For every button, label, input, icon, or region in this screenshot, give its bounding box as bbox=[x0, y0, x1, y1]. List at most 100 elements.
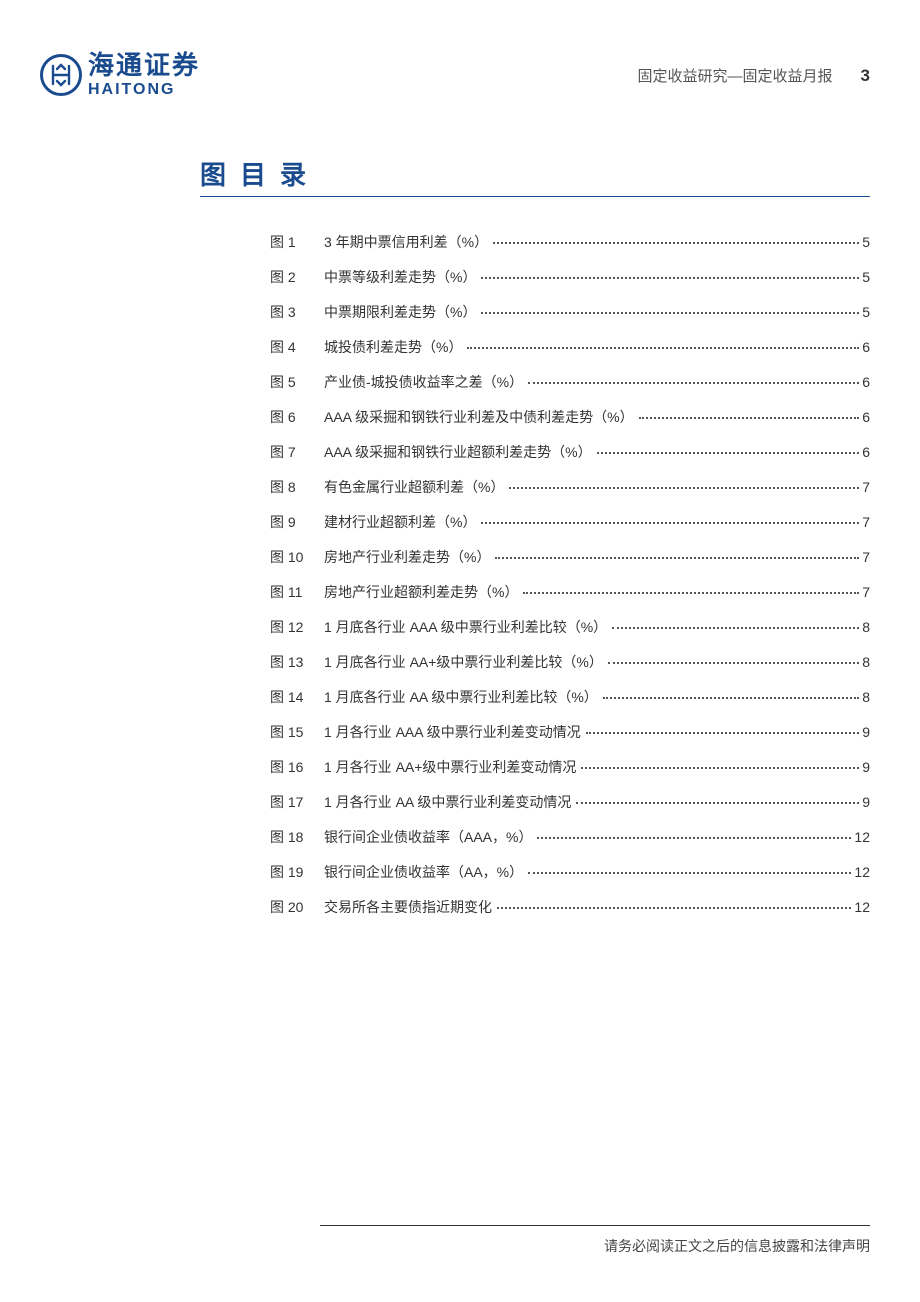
toc-figure-label: 图 18 bbox=[270, 827, 324, 848]
header-right: 固定收益研究—固定收益月报 3 bbox=[638, 65, 870, 86]
toc-page-number: 5 bbox=[862, 232, 870, 253]
toc-body: AAA 级采掘和钢铁行业利差及中债利差走势（%） 6 bbox=[324, 407, 870, 428]
toc-title: 中票等级利差走势（%） bbox=[324, 267, 476, 288]
toc-figure-label: 图 17 bbox=[270, 792, 324, 813]
toc-title: 房地产行业利差走势（%） bbox=[324, 547, 490, 568]
toc-body: 产业债-城投债收益率之差（%） 6 bbox=[324, 372, 870, 393]
toc-page-number: 5 bbox=[862, 302, 870, 323]
toc-body: 建材行业超额利差（%） 7 bbox=[324, 512, 870, 533]
logo-icon bbox=[40, 54, 82, 96]
toc-row: 图 161 月各行业 AA+级中票行业利差变动情况 9 bbox=[270, 757, 870, 778]
toc-row: 图 13 年期中票信用利差（%） 5 bbox=[270, 232, 870, 253]
toc-row: 图 20交易所各主要债指近期变化 12 bbox=[270, 897, 870, 918]
doc-category: 固定收益研究—固定收益月报 bbox=[638, 65, 833, 86]
toc-body: 有色金属行业超额利差（%） 7 bbox=[324, 477, 870, 498]
toc-page-number: 5 bbox=[862, 267, 870, 288]
toc-title: 房地产行业超额利差走势（%） bbox=[324, 582, 518, 603]
toc-row: 图 8有色金属行业超额利差（%） 7 bbox=[270, 477, 870, 498]
toc-body: 银行间企业债收益率（AAA，%） 12 bbox=[324, 827, 870, 848]
toc-body: 1 月各行业 AA+级中票行业利差变动情况 9 bbox=[324, 757, 870, 778]
toc-figure-label: 图 10 bbox=[270, 547, 324, 568]
toc-body: 房地产行业超额利差走势（%） 7 bbox=[324, 582, 870, 603]
toc-body: 1 月各行业 AAA 级中票行业利差变动情况 9 bbox=[324, 722, 870, 743]
toc-figure-label: 图 15 bbox=[270, 722, 324, 743]
toc-row: 图 4城投债利差走势（%） 6 bbox=[270, 337, 870, 358]
toc-row: 图 10房地产行业利差走势（%） 7 bbox=[270, 547, 870, 568]
toc-figure-label: 图 13 bbox=[270, 652, 324, 673]
toc-body: 1 月各行业 AA 级中票行业利差变动情况 9 bbox=[324, 792, 870, 813]
toc-leader-dots bbox=[481, 312, 859, 314]
toc-page-number: 7 bbox=[862, 512, 870, 533]
toc-title: 有色金属行业超额利差（%） bbox=[324, 477, 504, 498]
toc-body: 城投债利差走势（%） 6 bbox=[324, 337, 870, 358]
toc-row: 图 171 月各行业 AA 级中票行业利差变动情况 9 bbox=[270, 792, 870, 813]
logo: 海通证券 HAITONG bbox=[40, 52, 200, 98]
toc-leader-dots bbox=[603, 697, 859, 699]
page-number: 3 bbox=[861, 66, 870, 86]
toc-leader-dots bbox=[586, 732, 860, 734]
toc-title: 1 月各行业 AA 级中票行业利差变动情况 bbox=[324, 792, 571, 813]
toc-page-number: 9 bbox=[862, 722, 870, 743]
toc-title: 1 月各行业 AA+级中票行业利差变动情况 bbox=[324, 757, 576, 778]
toc-row: 图 5产业债-城投债收益率之差（%） 6 bbox=[270, 372, 870, 393]
toc-leader-dots bbox=[612, 627, 859, 629]
toc-page-number: 7 bbox=[862, 582, 870, 603]
toc-figure-label: 图 1 bbox=[270, 232, 324, 253]
toc-page-number: 12 bbox=[854, 827, 870, 848]
toc-leader-dots bbox=[467, 347, 859, 349]
toc-title: 建材行业超额利差（%） bbox=[324, 512, 476, 533]
toc-body: 交易所各主要债指近期变化 12 bbox=[324, 897, 870, 918]
logo-text: 海通证券 HAITONG bbox=[88, 52, 200, 98]
toc-figure-label: 图 8 bbox=[270, 477, 324, 498]
toc-title: 中票期限利差走势（%） bbox=[324, 302, 476, 323]
toc-title: 1 月底各行业 AAA 级中票行业利差比较（%） bbox=[324, 617, 607, 638]
toc-row: 图 141 月底各行业 AA 级中票行业利差比较（%） 8 bbox=[270, 687, 870, 708]
toc-body: 房地产行业利差走势（%） 7 bbox=[324, 547, 870, 568]
toc-body: 1 月底各行业 AA 级中票行业利差比较（%） 8 bbox=[324, 687, 870, 708]
toc-leader-dots bbox=[597, 452, 860, 454]
toc-page-number: 8 bbox=[862, 617, 870, 638]
toc-page-number: 7 bbox=[862, 477, 870, 498]
toc-row: 图 151 月各行业 AAA 级中票行业利差变动情况 9 bbox=[270, 722, 870, 743]
section-title: 图目录 bbox=[200, 155, 870, 192]
toc-page-number: 6 bbox=[862, 337, 870, 358]
toc-leader-dots bbox=[493, 242, 859, 244]
toc-page-number: 6 bbox=[862, 407, 870, 428]
toc-leader-dots bbox=[497, 907, 851, 909]
toc-leader-dots bbox=[509, 487, 859, 489]
toc-page-number: 8 bbox=[862, 687, 870, 708]
toc-title: 产业债-城投债收益率之差（%） bbox=[324, 372, 523, 393]
toc-row: 图 121 月底各行业 AAA 级中票行业利差比较（%） 8 bbox=[270, 617, 870, 638]
toc-body: 1 月底各行业 AA+级中票行业利差比较（%） 8 bbox=[324, 652, 870, 673]
toc-figure-label: 图 7 bbox=[270, 442, 324, 463]
toc-body: 银行间企业债收益率（AA，%） 12 bbox=[324, 862, 870, 883]
toc-leader-dots bbox=[608, 662, 859, 664]
toc-row: 图 131 月底各行业 AA+级中票行业利差比较（%） 8 bbox=[270, 652, 870, 673]
toc-title: 交易所各主要债指近期变化 bbox=[324, 897, 492, 918]
toc-row: 图 7AAA 级采掘和钢铁行业超额利差走势（%） 6 bbox=[270, 442, 870, 463]
toc-title: 1 月各行业 AAA 级中票行业利差变动情况 bbox=[324, 722, 581, 743]
page-header: 海通证券 HAITONG 固定收益研究—固定收益月报 3 bbox=[40, 52, 870, 98]
toc-row: 图 3中票期限利差走势（%） 5 bbox=[270, 302, 870, 323]
toc-figure-label: 图 4 bbox=[270, 337, 324, 358]
toc-figure-label: 图 11 bbox=[270, 582, 324, 603]
toc-figure-label: 图 2 bbox=[270, 267, 324, 288]
toc-row: 图 6AAA 级采掘和钢铁行业利差及中债利差走势（%） 6 bbox=[270, 407, 870, 428]
toc-page-number: 12 bbox=[854, 897, 870, 918]
toc-leader-dots bbox=[481, 277, 859, 279]
toc-leader-dots bbox=[495, 557, 859, 559]
toc-figure-label: 图 3 bbox=[270, 302, 324, 323]
toc-body: 中票等级利差走势（%） 5 bbox=[324, 267, 870, 288]
toc-figure-label: 图 19 bbox=[270, 862, 324, 883]
toc-figure-label: 图 20 bbox=[270, 897, 324, 918]
toc-page-number: 6 bbox=[862, 372, 870, 393]
toc-row: 图 11房地产行业超额利差走势（%） 7 bbox=[270, 582, 870, 603]
toc-title: 1 月底各行业 AA 级中票行业利差比较（%） bbox=[324, 687, 598, 708]
toc-title: 城投债利差走势（%） bbox=[324, 337, 462, 358]
toc-page-number: 8 bbox=[862, 652, 870, 673]
toc-leader-dots bbox=[528, 382, 859, 384]
toc-title: 3 年期中票信用利差（%） bbox=[324, 232, 488, 253]
section-title-area: 图目录 bbox=[200, 155, 870, 197]
toc-leader-dots bbox=[581, 767, 859, 769]
toc-body: AAA 级采掘和钢铁行业超额利差走势（%） 6 bbox=[324, 442, 870, 463]
